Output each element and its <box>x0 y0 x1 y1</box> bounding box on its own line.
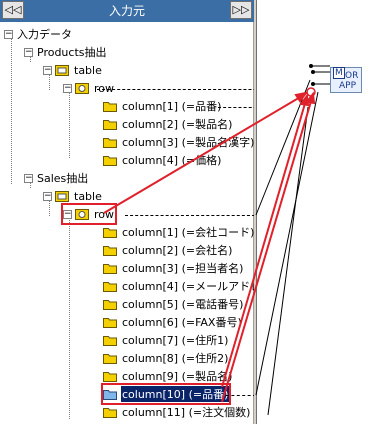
mapping-arrows <box>103 64 330 416</box>
or-app-node[interactable]: M OR APP <box>330 67 362 93</box>
m-badge: M <box>333 67 345 79</box>
